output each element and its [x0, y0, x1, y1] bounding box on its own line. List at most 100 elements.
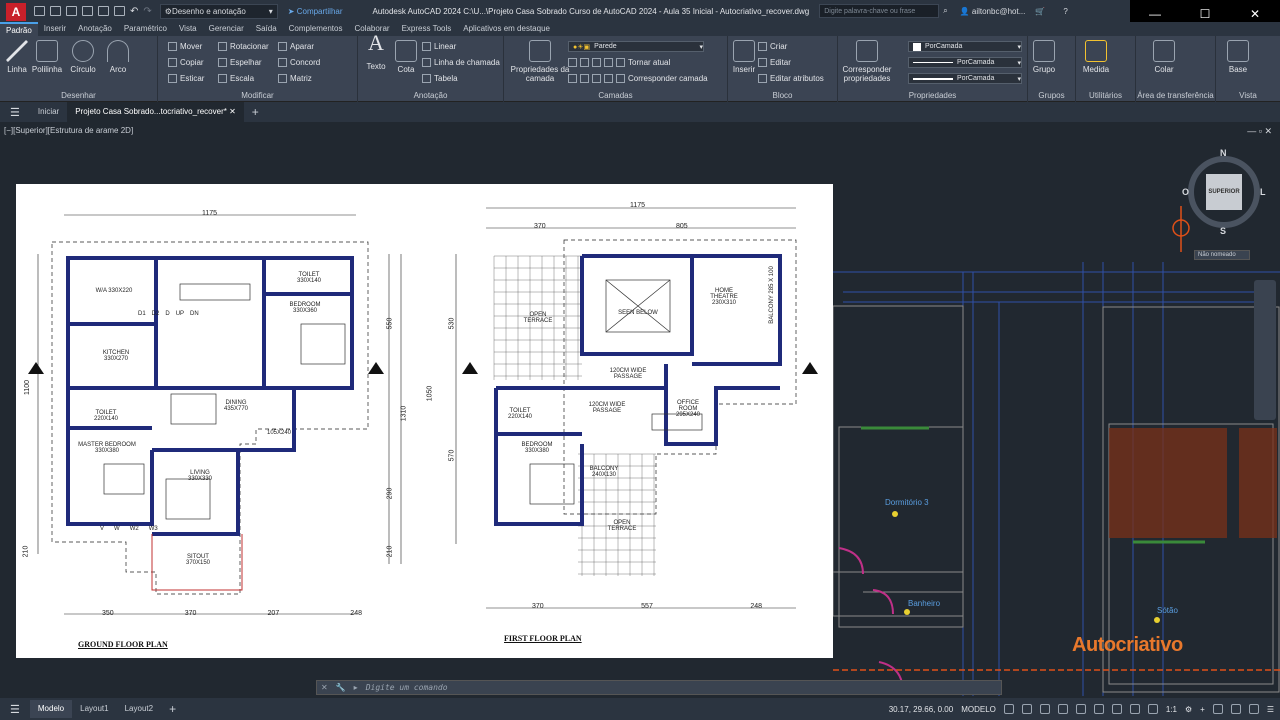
model-space-toggle[interactable]: MODELO — [961, 705, 996, 714]
annotation-icon[interactable] — [1147, 704, 1158, 714]
plus-icon[interactable]: + — [1200, 705, 1205, 714]
clean-screen-icon[interactable] — [1248, 704, 1259, 714]
scale-button[interactable]: Escala — [218, 74, 254, 83]
measure-button[interactable]: Medida — [1080, 40, 1112, 74]
ribbon-tab-6[interactable]: Saída — [250, 22, 283, 36]
new-icon[interactable] — [34, 6, 45, 16]
panel-title[interactable]: Modificar — [158, 91, 357, 100]
layer-tool-icon[interactable] — [568, 58, 577, 67]
array-button[interactable]: Matriz — [278, 74, 312, 83]
polyline-button[interactable]: Polilinha — [30, 40, 64, 74]
text-button[interactable]: A Texto — [362, 32, 390, 72]
save-icon[interactable] — [66, 6, 77, 16]
panel-title[interactable]: Área de transferência — [1136, 91, 1215, 100]
layer-select[interactable]: ●☀▣ Parede ▾ — [568, 41, 704, 52]
trim-button[interactable]: Aparar — [278, 42, 314, 51]
workspace-select[interactable]: ⚙ Desenho e anotação ▾ — [159, 3, 278, 19]
fillet-button[interactable]: Concord — [278, 58, 320, 67]
osnap-icon[interactable] — [1075, 704, 1086, 714]
ribbon-tab-9[interactable]: Express Tools — [396, 22, 458, 36]
panel-title[interactable]: Camadas — [504, 91, 727, 100]
layer-tool-icon[interactable] — [592, 74, 601, 83]
user-account[interactable]: 👤 ailtonbc@hot... — [960, 7, 1026, 16]
base-button[interactable]: Base — [1224, 40, 1252, 74]
lineweight-select[interactable]: PorCamada ▾ — [908, 73, 1022, 84]
ribbon-tab-10[interactable]: Aplicativos em destaque — [457, 22, 556, 36]
ucs-menu[interactable]: Não nomeado — [1194, 250, 1250, 260]
color-select[interactable]: PorCamada ▾ — [908, 41, 1022, 52]
web-icon[interactable] — [98, 6, 109, 16]
selection-cycling-icon[interactable] — [1129, 704, 1140, 714]
view-cube-face[interactable]: SUPERIOR — [1206, 174, 1242, 210]
transparency-icon[interactable] — [1111, 704, 1122, 714]
cart-icon[interactable]: 🛒 — [1035, 7, 1045, 16]
viewport-controls[interactable]: [−][Superior][Estrutura de arame 2D] — [4, 126, 133, 135]
stretch-button[interactable]: Esticar — [168, 74, 204, 83]
isolate-icon[interactable] — [1212, 704, 1223, 714]
move-button[interactable]: Mover — [168, 42, 202, 51]
layer-tool-icon[interactable] — [580, 58, 589, 67]
gear-icon[interactable]: ⚙ — [1185, 705, 1192, 714]
panel-title[interactable]: Propriedades — [838, 91, 1027, 100]
command-input[interactable]: Digite um comando — [366, 683, 448, 692]
tab-drawing[interactable]: Projeto Casa Sobrado...tocriativo_recove… — [67, 102, 244, 122]
ribbon-tab-3[interactable]: Paramétrico — [118, 22, 173, 36]
line-button[interactable]: Linha — [4, 40, 30, 74]
help-icon[interactable]: ? — [1063, 7, 1067, 16]
mirror-button[interactable]: Espelhar — [218, 58, 262, 67]
wrench-icon[interactable]: 🔧 — [336, 683, 346, 692]
tab-model[interactable]: Modelo — [29, 700, 73, 718]
close-icon[interactable]: ✕ — [321, 683, 328, 692]
hardware-acceleration-icon[interactable] — [1230, 704, 1241, 714]
create-block-button[interactable]: Criar — [758, 42, 787, 51]
command-line[interactable]: ✕ 🔧 ▸ Digite um comando — [316, 680, 1002, 695]
compass-n[interactable]: N — [1220, 148, 1227, 158]
lineweight-icon[interactable] — [1093, 704, 1104, 714]
panel-title[interactable]: Desenhar — [0, 91, 157, 100]
panel-title[interactable]: Utilitários — [1076, 91, 1135, 100]
help-search-input[interactable]: Digite palavra-chave ou frase — [819, 4, 940, 18]
app-menu-button[interactable]: A — [6, 3, 26, 21]
match-layer-icon[interactable] — [616, 74, 625, 83]
drawing-canvas[interactable]: [−][Superior][Estrutura de arame 2D] — ▫… — [0, 122, 1280, 696]
compass-e[interactable]: L — [1260, 187, 1266, 197]
menu-icon[interactable]: ☰ — [0, 703, 30, 716]
table-button[interactable]: Tabela — [422, 74, 458, 83]
snap-icon[interactable] — [1021, 704, 1032, 714]
customize-icon[interactable]: ☰ — [1267, 705, 1274, 714]
ribbon-tab-0[interactable]: Padrão — [0, 22, 38, 36]
annotation-scale[interactable]: 1:1 — [1166, 705, 1177, 714]
layer-tool-icon[interactable] — [568, 74, 577, 83]
compass-s[interactable]: S — [1220, 226, 1226, 236]
redo-icon[interactable]: ↷ — [143, 6, 151, 17]
tab-start[interactable]: Iniciar — [30, 102, 67, 122]
navigation-bar[interactable] — [1254, 280, 1276, 420]
add-layout-button[interactable]: + — [161, 700, 184, 718]
panel-title[interactable]: Anotação — [358, 91, 503, 100]
paste-button[interactable]: Colar — [1150, 40, 1178, 74]
share-button[interactable]: ➤ Compartilhar — [288, 7, 343, 16]
polar-icon[interactable] — [1057, 704, 1068, 714]
ribbon-tab-4[interactable]: Vista — [173, 22, 203, 36]
open-icon[interactable] — [50, 6, 61, 16]
ortho-icon[interactable] — [1039, 704, 1050, 714]
ribbon-tab-2[interactable]: Anotação — [72, 22, 118, 36]
tab-layout2[interactable]: Layout2 — [117, 700, 161, 718]
arc-button[interactable]: Arco — [104, 40, 132, 74]
leader-button[interactable]: Linha de chamada — [422, 58, 500, 67]
layer-tool-icon[interactable] — [604, 74, 613, 83]
new-tab-button[interactable]: + — [244, 102, 267, 122]
copy-button[interactable]: Copiar — [168, 58, 204, 67]
rotate-button[interactable]: Rotacionar — [218, 42, 269, 51]
linear-button[interactable]: Linear — [422, 42, 456, 51]
menu-icon[interactable]: ☰ — [0, 106, 30, 119]
compass-w[interactable]: O — [1182, 187, 1189, 197]
group-button[interactable]: Grupo — [1030, 40, 1058, 74]
insert-block-button[interactable]: Inserir — [730, 40, 758, 74]
layer-properties-button[interactable]: Propriedades da camada — [510, 40, 570, 83]
floor-plan-image[interactable]: 1175 1175 370 805 1100 210 550 1310 290 … — [16, 184, 833, 658]
coordinates-readout[interactable]: 30.17, 29.66, 0.00 — [889, 705, 954, 714]
panel-title[interactable]: Grupos — [1028, 91, 1075, 100]
undo-icon[interactable]: ↶ — [130, 6, 138, 17]
layer-tool-icon[interactable] — [592, 58, 601, 67]
